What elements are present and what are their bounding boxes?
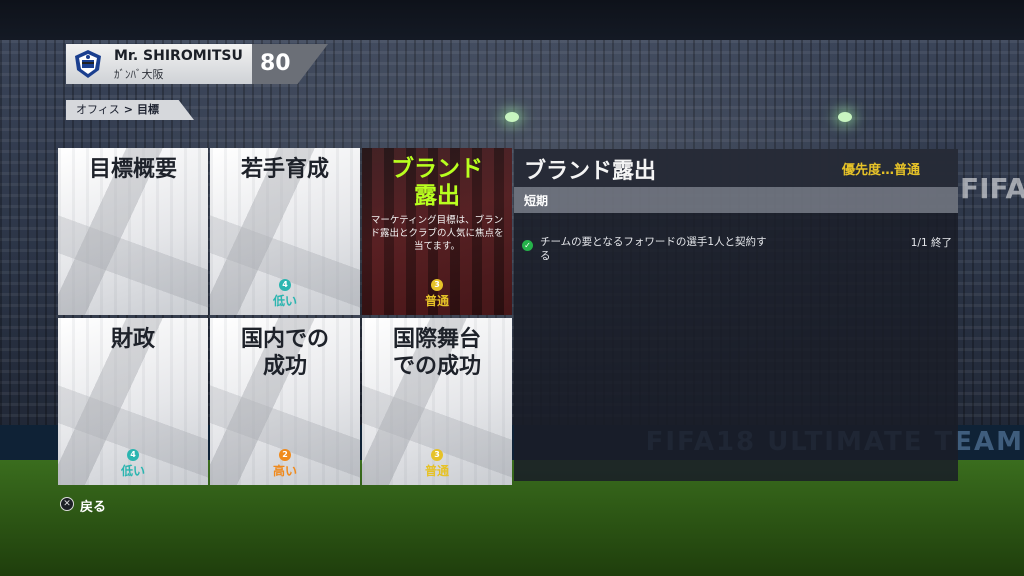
objective-row: ✓ チームの要となるフォワードの選手1人と契約する 1/1 終了: [522, 235, 952, 267]
tile-description: マーケティング目標は、ブランド露出とクラブの人気に焦点を当てます。: [370, 215, 504, 252]
stadium-light: [505, 112, 519, 122]
stadium-light: [838, 112, 852, 122]
tile-title: 財政: [110, 327, 155, 352]
priority-indicator: 3 普通: [362, 272, 512, 309]
priority-label: 普通: [424, 294, 449, 308]
manager-rating: 80: [260, 51, 291, 76]
priority-indicator: 4 低い: [210, 272, 360, 309]
manager-name: Mr. SHIROMITSU: [114, 48, 243, 64]
priority-indicator: 4 低い: [58, 442, 208, 479]
club-crest-icon: [75, 50, 101, 78]
priority-indicator: 3 普通: [362, 442, 512, 479]
check-icon: ✓: [522, 240, 533, 251]
tile-finance[interactable]: 財政 4 低い: [58, 318, 208, 485]
back-label: 戻る: [80, 500, 107, 515]
priority-indicator: 2 高い: [210, 442, 360, 479]
chevron-right-icon: >: [123, 103, 133, 116]
tile-title: 国内での 成功: [240, 327, 329, 379]
tile-title: 国際舞台 での成功: [392, 327, 481, 379]
objective-status: 1/1 終了: [910, 237, 952, 249]
panel-priority: 優先度…普通: [841, 163, 920, 178]
tile-title: ブランド 露出: [391, 156, 483, 209]
objective-detail-panel: ブランド露出 優先度…普通 短期 ✓ チームの要となるフォワードの選手1人と契約…: [514, 149, 958, 481]
tile-international-success[interactable]: 国際舞台 での成功 3 普通: [362, 318, 512, 485]
priority-label: 低い: [272, 294, 297, 308]
breadcrumb-parent[interactable]: オフィス: [76, 103, 120, 116]
cross-button-icon: ✕: [60, 497, 74, 511]
priority-label: 普通: [424, 464, 449, 478]
objective-text: チームの要となるフォワードの選手1人と契約する: [540, 236, 767, 262]
section-label: 短期: [524, 194, 549, 208]
tile-title: 目標概要: [88, 157, 177, 182]
priority-number: 2: [279, 449, 291, 461]
objective-tiles: 目標概要 若手育成 4 低い ブランド 露出 マーケティング目標は、ブランド露出…: [58, 148, 512, 485]
tile-brand-exposure[interactable]: ブランド 露出 マーケティング目標は、ブランド露出とクラブの人気に焦点を当てます…: [362, 148, 512, 315]
tile-domestic-success[interactable]: 国内での 成功 2 高い: [210, 318, 360, 485]
breadcrumb-current: 目標: [137, 103, 159, 116]
club-name: ｶﾞﾝﾊﾞ大阪: [114, 68, 164, 81]
tile-overview[interactable]: 目標概要: [58, 148, 208, 315]
fifa-signage: FIFA: [960, 172, 1024, 205]
panel-title: ブランド露出: [524, 159, 657, 184]
priority-label: 高い: [272, 464, 297, 478]
manager-profile: Mr. SHIROMITSU ｶﾞﾝﾊﾞ大阪 80: [66, 44, 328, 84]
priority-number: 3: [431, 449, 443, 461]
priority-number: 4: [279, 279, 291, 291]
priority-label: 低い: [120, 464, 145, 478]
breadcrumb: オフィス > 目標: [66, 100, 194, 120]
tile-youth-development[interactable]: 若手育成 4 低い: [210, 148, 360, 315]
priority-number: 4: [127, 449, 139, 461]
priority-number: 3: [431, 279, 443, 291]
section-header: 短期: [514, 187, 958, 213]
tile-title: 若手育成: [240, 157, 329, 182]
